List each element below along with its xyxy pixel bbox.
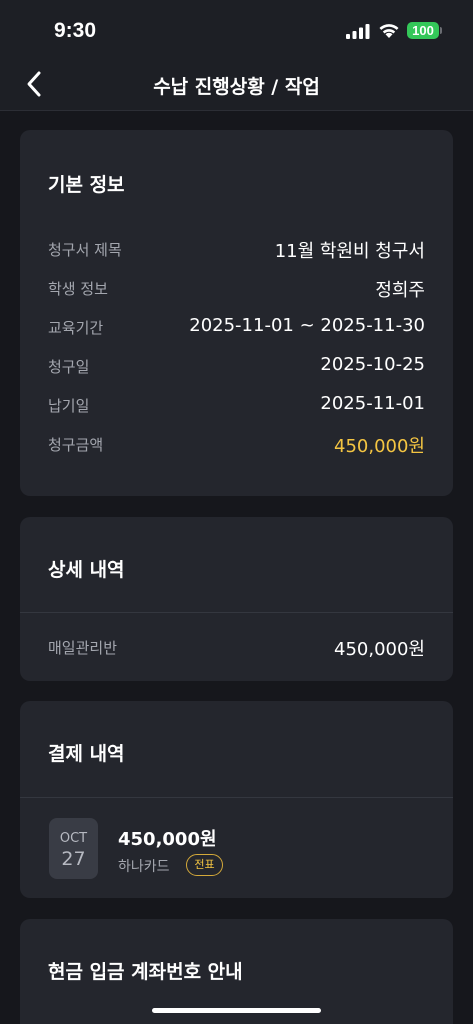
divider bbox=[20, 797, 453, 798]
wifi-icon bbox=[379, 24, 399, 38]
details-title: 상세 내역 bbox=[48, 559, 125, 581]
info-label: 학생 정보 bbox=[48, 280, 108, 298]
battery-icon: 100 bbox=[407, 22, 439, 39]
details-card: 상세 내역 매일관리반 450,000원 bbox=[20, 517, 453, 681]
payment-month: OCT bbox=[59, 831, 88, 846]
payment-amount: 450,000원 bbox=[118, 829, 217, 850]
battery-tip bbox=[440, 27, 442, 34]
divider bbox=[20, 612, 453, 613]
basic-info-title: 기본 정보 bbox=[48, 174, 125, 196]
status-time: 9:30 bbox=[54, 19, 97, 42]
detail-row: 매일관리반 450,000원 bbox=[48, 635, 425, 661]
info-row-period: 교육기간 2025-11-01 ~ 2025-11-30 bbox=[48, 315, 425, 341]
info-label: 청구금액 bbox=[48, 436, 104, 454]
info-label: 청구서 제목 bbox=[48, 241, 122, 259]
detail-value: 450,000원 bbox=[334, 639, 425, 660]
info-label: 청구일 bbox=[48, 358, 90, 376]
info-value: 2025-11-01 ~ 2025-11-30 bbox=[189, 315, 425, 336]
payment-method: 하나카드 bbox=[118, 859, 170, 875]
info-label: 교육기간 bbox=[48, 319, 104, 337]
receipt-badge[interactable]: 전표 bbox=[186, 854, 223, 876]
payments-card: 결제 내역 OCT 27 450,000원 하나카드 전표 bbox=[20, 701, 453, 898]
basic-info-card: 기본 정보 청구서 제목 11월 학원비 청구서 학생 정보 정희주 교육기간 … bbox=[20, 130, 453, 496]
page-title: 수납 진행상황 / 작업 bbox=[153, 76, 320, 98]
info-value: 2025-11-01 bbox=[320, 393, 425, 414]
detail-label: 매일관리반 bbox=[48, 639, 118, 657]
bank-guide-title: 현금 입금 계좌번호 안내 bbox=[48, 961, 243, 983]
info-row-student: 학생 정보 정희주 bbox=[48, 276, 425, 302]
nav-bar: 수납 진행상황 / 작업 bbox=[0, 60, 473, 111]
info-row-billing-date: 청구일 2025-10-25 bbox=[48, 354, 425, 380]
info-row-title: 청구서 제목 11월 학원비 청구서 bbox=[48, 237, 425, 263]
info-label: 납기일 bbox=[48, 397, 90, 415]
payments-title: 결제 내역 bbox=[48, 743, 125, 765]
content-scroll[interactable]: 기본 정보 청구서 제목 11월 학원비 청구서 학생 정보 정희주 교육기간 … bbox=[0, 111, 473, 1024]
home-indicator[interactable] bbox=[152, 1008, 321, 1013]
signal-icon bbox=[346, 24, 370, 39]
status-bar: 9:30 100 bbox=[0, 0, 473, 60]
info-value: 2025-10-25 bbox=[320, 354, 425, 375]
info-value: 정희주 bbox=[375, 280, 425, 301]
billing-amount-value: 450,000원 bbox=[334, 436, 425, 457]
screen: 9:30 100 수납 진행상황 / 작업 기본 정보 청구서 제목 11월 학 bbox=[0, 0, 473, 1024]
info-value: 11월 학원비 청구서 bbox=[274, 241, 425, 262]
payment-date-box: OCT 27 bbox=[49, 818, 98, 879]
info-row-amount: 청구금액 450,000원 bbox=[48, 432, 425, 458]
info-row-due-date: 납기일 2025-11-01 bbox=[48, 393, 425, 419]
payment-day: 27 bbox=[61, 848, 86, 870]
